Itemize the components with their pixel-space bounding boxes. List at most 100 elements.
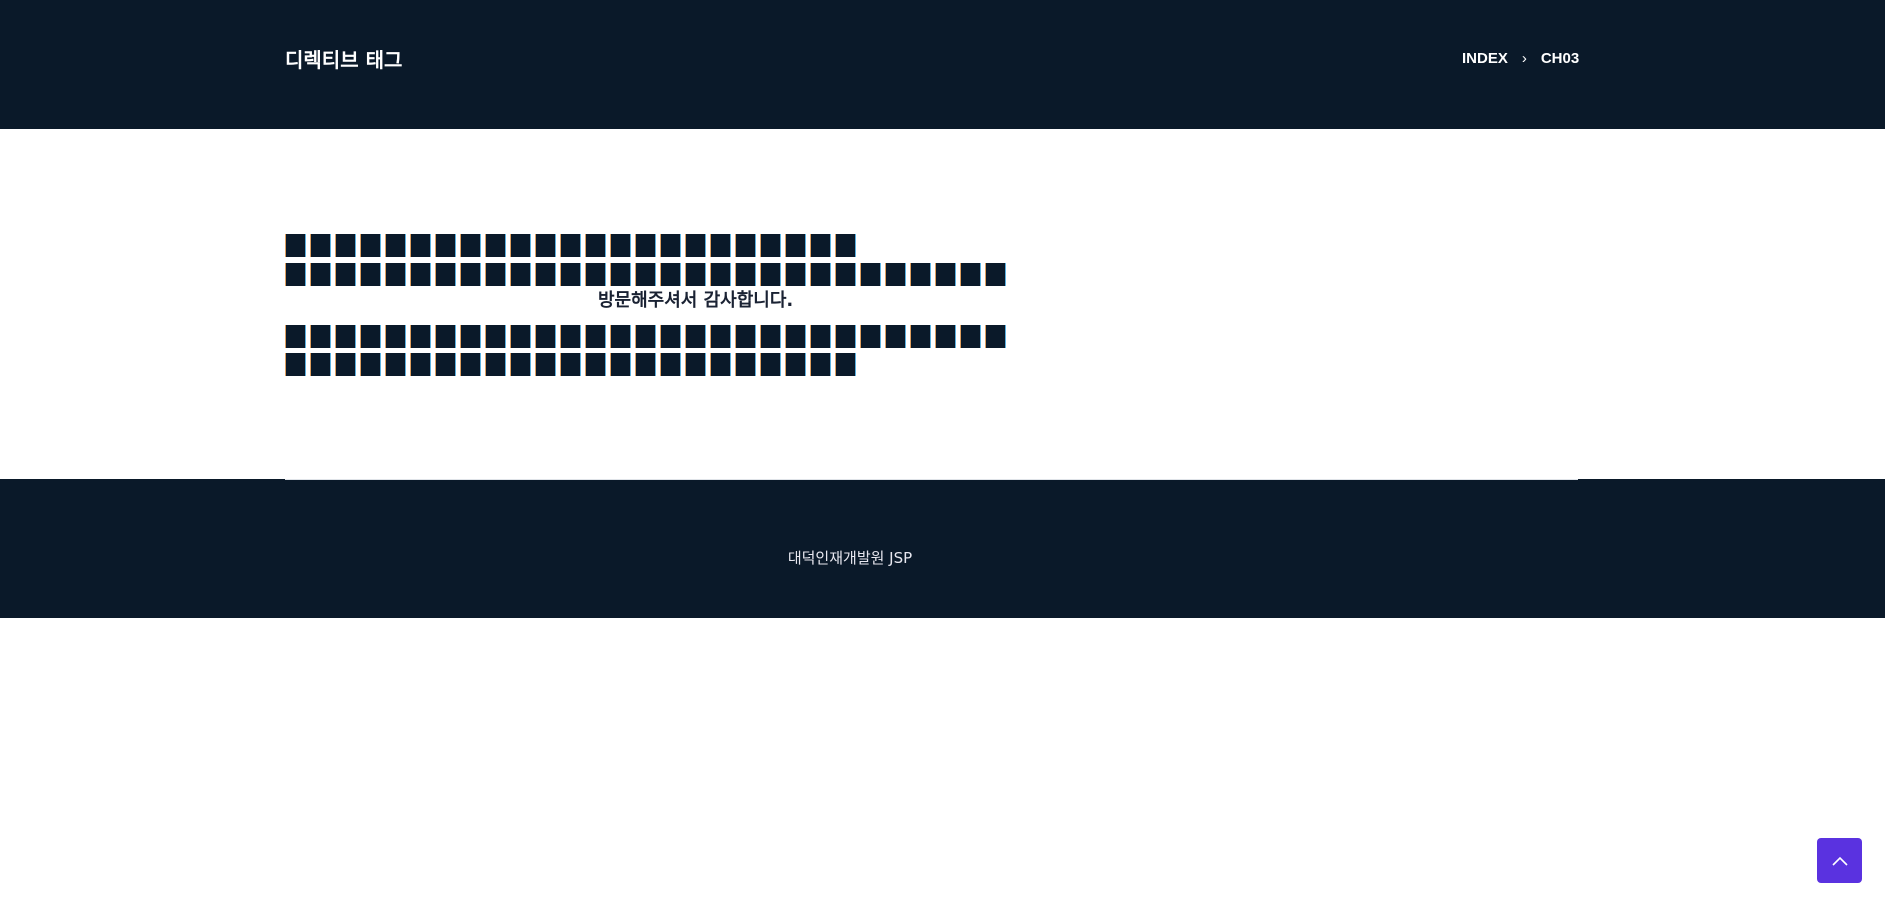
missing-glyph-box: ■ (510, 353, 531, 376)
missing-glyph-box: ■ (885, 263, 906, 286)
missing-glyph-box: ■ (385, 325, 406, 348)
missing-glyph-box: ■ (785, 263, 806, 286)
missing-glyph-box: ■ (410, 325, 431, 348)
breadcrumb-current: CH03 (1540, 50, 1580, 67)
missing-glyph-box: ■ (485, 263, 506, 286)
missing-glyph-box: ■ (410, 234, 431, 257)
missing-glyph-box: ■ (435, 234, 456, 257)
site-title: 디렉티브 태그 (285, 48, 403, 72)
missing-glyph-box: ■ (960, 325, 981, 348)
missing-glyph-box: ■ (385, 353, 406, 376)
unrendered-text-line: ■■■■■■■■■■■■■■■■■■■■■■■ (285, 353, 860, 376)
missing-glyph-box: ■ (360, 263, 381, 286)
missing-glyph-box: ■ (610, 325, 631, 348)
missing-glyph-box: ■ (910, 325, 931, 348)
missing-glyph-box: ■ (460, 234, 481, 257)
missing-glyph-box: ■ (685, 353, 706, 376)
footer-divider (285, 479, 1578, 480)
missing-glyph-box: ■ (385, 263, 406, 286)
missing-glyph-box: ■ (835, 325, 856, 348)
chevron-up-icon (1831, 856, 1848, 866)
missing-glyph-box: ■ (635, 234, 656, 257)
missing-glyph-box: ■ (310, 325, 331, 348)
missing-glyph-box: ■ (785, 234, 806, 257)
missing-glyph-box: ■ (360, 353, 381, 376)
missing-glyph-box: ■ (610, 353, 631, 376)
missing-glyph-box: ■ (710, 234, 731, 257)
missing-glyph-box: ■ (910, 263, 931, 286)
breadcrumb-index-link[interactable]: INDEX (1462, 50, 1508, 67)
missing-glyph-box: ■ (610, 234, 631, 257)
missing-glyph-box: ■ (710, 353, 731, 376)
missing-glyph-box: ■ (535, 325, 556, 348)
missing-glyph-box: ■ (735, 325, 756, 348)
missing-glyph-box: ■ (335, 353, 356, 376)
missing-glyph-box: ■ (635, 263, 656, 286)
missing-glyph-box: ■ (535, 263, 556, 286)
missing-glyph-box: ■ (810, 263, 831, 286)
unrendered-text-line: ■■■■■■■■■■■■■■■■■■■■■■■■■■■■■ (285, 263, 1010, 286)
missing-glyph-box: ■ (760, 325, 781, 348)
missing-glyph-box: ■ (535, 234, 556, 257)
missing-glyph-box: ■ (735, 353, 756, 376)
missing-glyph-box: ■ (285, 234, 306, 257)
missing-glyph-box: ■ (635, 325, 656, 348)
missing-glyph-box: ■ (335, 263, 356, 286)
missing-glyph-box: ■ (760, 263, 781, 286)
missing-glyph-box: ■ (685, 234, 706, 257)
missing-glyph-box: ■ (635, 353, 656, 376)
missing-glyph-box: ■ (560, 325, 581, 348)
missing-glyph-box: ■ (410, 353, 431, 376)
missing-glyph-box: ■ (710, 263, 731, 286)
missing-glyph-box: ■ (410, 263, 431, 286)
site-footer: 대덕인재개발원 JSP (0, 479, 1885, 618)
missing-glyph-box: ■ (585, 325, 606, 348)
missing-glyph-box: ■ (835, 234, 856, 257)
missing-glyph-box: ■ (560, 263, 581, 286)
missing-glyph-box: ■ (585, 353, 606, 376)
missing-glyph-box: ■ (435, 325, 456, 348)
missing-glyph-box: ■ (685, 263, 706, 286)
missing-glyph-box: ■ (985, 325, 1006, 348)
missing-glyph-box: ■ (535, 353, 556, 376)
scroll-to-top-button[interactable] (1817, 838, 1862, 883)
chevron-right-icon: › (1521, 50, 1527, 67)
missing-glyph-box: ■ (710, 325, 731, 348)
breadcrumb: INDEX › CH03 (1462, 50, 1579, 67)
missing-glyph-box: ■ (310, 263, 331, 286)
missing-glyph-box: ■ (510, 325, 531, 348)
missing-glyph-box: ■ (435, 353, 456, 376)
missing-glyph-box: ■ (660, 263, 681, 286)
missing-glyph-box: ■ (485, 325, 506, 348)
missing-glyph-box: ■ (310, 353, 331, 376)
missing-glyph-box: ■ (460, 325, 481, 348)
missing-glyph-box: ■ (360, 325, 381, 348)
missing-glyph-box: ■ (760, 353, 781, 376)
missing-glyph-box: ■ (485, 234, 506, 257)
missing-glyph-box: ■ (660, 234, 681, 257)
missing-glyph-box: ■ (585, 263, 606, 286)
footer-text: 대덕인재개발원 JSP (787, 549, 913, 567)
missing-glyph-box: ■ (810, 325, 831, 348)
missing-glyph-box: ■ (585, 234, 606, 257)
missing-glyph-box: ■ (460, 353, 481, 376)
site-header: 디렉티브 태그 INDEX › CH03 (0, 0, 1885, 129)
missing-glyph-box: ■ (610, 263, 631, 286)
missing-glyph-box: ■ (335, 234, 356, 257)
missing-glyph-box: ■ (885, 325, 906, 348)
missing-glyph-box: ■ (360, 234, 381, 257)
missing-glyph-box: ■ (685, 325, 706, 348)
missing-glyph-box: ■ (435, 263, 456, 286)
missing-glyph-box: ■ (660, 325, 681, 348)
missing-glyph-box: ■ (510, 263, 531, 286)
missing-glyph-box: ■ (310, 234, 331, 257)
missing-glyph-box: ■ (735, 263, 756, 286)
missing-glyph-box: ■ (560, 234, 581, 257)
missing-glyph-box: ■ (510, 234, 531, 257)
missing-glyph-box: ■ (860, 325, 881, 348)
missing-glyph-box: ■ (285, 353, 306, 376)
missing-glyph-box: ■ (960, 263, 981, 286)
missing-glyph-box: ■ (560, 353, 581, 376)
unrendered-text-line: ■■■■■■■■■■■■■■■■■■■■■■■■■■■■■ (285, 325, 1010, 348)
missing-glyph-box: ■ (335, 325, 356, 348)
